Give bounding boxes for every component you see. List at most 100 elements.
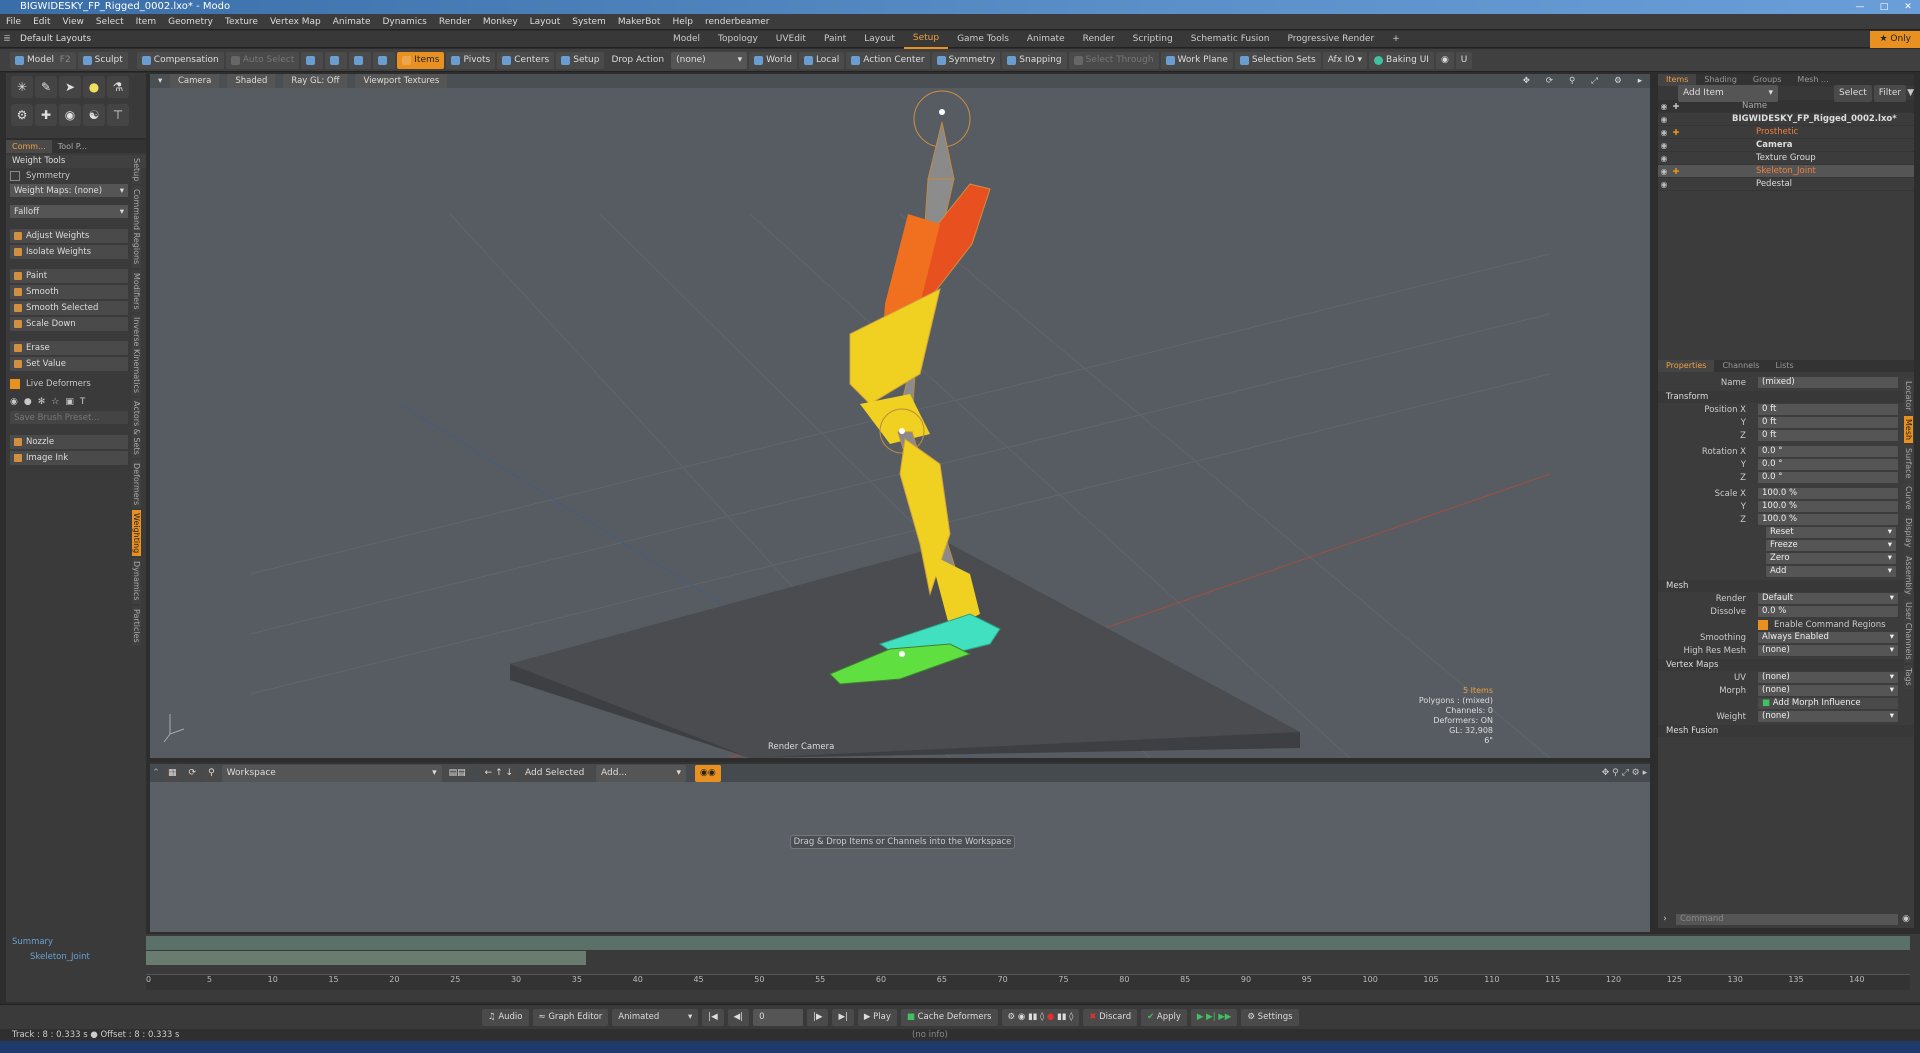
summary-track[interactable]: Summary	[12, 937, 112, 947]
uv-select[interactable]: (none) ▾	[1758, 672, 1898, 683]
menu-file[interactable]: File	[0, 14, 27, 30]
rig-icon[interactable]: ☯	[83, 104, 105, 126]
vtab-deformers[interactable]: Deformers	[132, 459, 141, 509]
time-ruler[interactable]: 0 5 10 15 20 25 30 35 40 45 50 55 60 65 70 75 80 85 90 95 10…	[146, 974, 1910, 990]
animated-select[interactable]: Animated ▾	[612, 1008, 699, 1026]
list-item[interactable]: ◉ Texture Group	[1658, 152, 1914, 165]
tab-tool-properties[interactable]: Tool P...	[52, 140, 93, 153]
discard-button[interactable]: ✖ Discard	[1083, 1008, 1138, 1026]
maximize-view-icon[interactable]: ⤢	[1583, 74, 1606, 88]
hires-mesh-select[interactable]: (none) ▾	[1758, 645, 1898, 656]
smooth-selected-button[interactable]: Smooth Selected	[10, 301, 128, 315]
unreal-icon[interactable]: U	[1455, 51, 1473, 69]
menu-dynamics[interactable]: Dynamics	[376, 14, 432, 30]
skeleton-icon[interactable]: ⚙	[11, 104, 33, 126]
edge-mode-button[interactable]	[325, 51, 348, 69]
add-tab-icon[interactable]: +	[1383, 31, 1409, 48]
set-value-button[interactable]: Set Value	[10, 357, 128, 371]
filter-button[interactable]: Filter	[1873, 84, 1907, 102]
name-field[interactable]: (mixed)	[1758, 377, 1898, 388]
scale-y-field[interactable]: 100.0 %	[1758, 501, 1898, 512]
tab-progressive-render[interactable]: Progressive Render	[1279, 31, 1384, 48]
menu-geometry[interactable]: Geometry	[162, 14, 219, 30]
workspace-menu-icon[interactable]: ⌃	[150, 768, 162, 778]
list-item[interactable]: ◉ ✚ Skeleton_Joint	[1658, 165, 1914, 178]
menu-animate[interactable]: Animate	[327, 14, 377, 30]
select-button[interactable]: Select	[1834, 84, 1872, 102]
tab-topology[interactable]: Topology	[709, 31, 767, 48]
rotate-view-icon[interactable]: ⟳	[1538, 74, 1561, 88]
image-ink-button[interactable]: Image Ink	[10, 451, 128, 465]
list-item[interactable]: ◉ BIGWIDESKY_FP_Rigged_0002.lxo*	[1658, 113, 1914, 126]
zero-select[interactable]: Zero ▾	[1766, 553, 1896, 564]
transform-section[interactable]: Transform	[1658, 391, 1914, 403]
vtab-assembly[interactable]: Assembly	[1904, 552, 1913, 598]
menu-renderbeamer[interactable]: renderbeamer	[699, 14, 775, 30]
joint-pivot-knee[interactable]	[899, 428, 905, 434]
key-tools-icons[interactable]: ⚙ ◉ ▮▮ ◊ ● ▮▮ ◊	[1001, 1008, 1080, 1026]
world-button[interactable]: World	[749, 51, 797, 69]
brush-image-icon[interactable]: ▣	[65, 397, 74, 407]
nozzle-button[interactable]: Nozzle	[10, 435, 128, 449]
weight-tool-icon[interactable]: ⚗	[107, 76, 129, 98]
drop-action-select[interactable]: (none) ▾	[671, 51, 748, 69]
smoothing-select[interactable]: Always Enabled ▾	[1758, 632, 1898, 643]
vtab-locator[interactable]: Locator	[1904, 378, 1913, 414]
centers-button[interactable]: Centers	[497, 51, 555, 69]
eye-icon[interactable]: ◉	[1658, 128, 1670, 137]
action-center-button[interactable]: Action Center	[846, 51, 930, 69]
selection-sets-button[interactable]: Selection Sets	[1234, 51, 1321, 69]
eye-icon[interactable]: ◉	[1658, 115, 1670, 124]
add-select[interactable]: Add ▾	[1766, 566, 1896, 577]
ray-gl-toggle[interactable]: Ray GL: Off	[283, 74, 348, 88]
menu-item[interactable]: Item	[130, 14, 163, 30]
lock-icon[interactable]: ✚	[1670, 128, 1682, 137]
workspace-maximize-icon[interactable]: ⤢	[1622, 768, 1632, 778]
brush-soft-icon[interactable]: ◉	[10, 397, 18, 407]
tab-uvedit[interactable]: UVEdit	[767, 31, 815, 48]
auto-select-button[interactable]: Auto Select	[225, 51, 300, 69]
items-mode-button[interactable]: Items	[397, 51, 445, 69]
vtab-actors-sets[interactable]: Actors & Sets	[132, 398, 141, 458]
tab-properties[interactable]: Properties	[1658, 360, 1715, 372]
live-deformers-row[interactable]: Live Deformers	[10, 379, 142, 389]
3d-viewport[interactable]: Render Camera 5 Items Polygons : (mixed)…	[150, 74, 1650, 758]
shading-select[interactable]: Shaded	[227, 74, 276, 88]
vtab-user-channels[interactable]: User Channels	[1904, 599, 1913, 663]
brush-text-icon[interactable]: T	[80, 397, 86, 407]
list-item[interactable]: ◉ Camera	[1658, 139, 1914, 152]
workspace-layout-icon[interactable]: ▤▤	[443, 764, 471, 782]
tab-channels[interactable]: Channels	[1714, 360, 1767, 372]
mesh-fusion-section[interactable]: Mesh Fusion	[1658, 725, 1914, 737]
position-z-field[interactable]: 0 ft	[1758, 430, 1898, 441]
tab-scripting[interactable]: Scripting	[1124, 31, 1182, 48]
vtab-tags[interactable]: Tags	[1904, 664, 1913, 689]
brush-hard-icon[interactable]: ●	[24, 397, 32, 407]
brush-star-icon[interactable]: ☆	[51, 397, 59, 407]
eye-icon[interactable]: ◉	[1658, 154, 1670, 163]
tab-game-tools[interactable]: Game Tools	[948, 31, 1018, 48]
tab-mesh[interactable]: Mesh ...	[1789, 74, 1836, 86]
paint-button[interactable]: Paint	[10, 269, 128, 283]
joint-pivot-ankle[interactable]	[899, 651, 905, 657]
vtab-weighting[interactable]: Weighting	[132, 510, 141, 557]
position-y-field[interactable]: 0 ft	[1758, 417, 1898, 428]
vertex-maps-section[interactable]: Vertex Maps	[1658, 659, 1914, 671]
graph-editor-button[interactable]: ≈ Graph Editor	[532, 1008, 609, 1026]
workspace-zoom-icon[interactable]: ⚲	[1612, 768, 1621, 778]
isolate-weights-button[interactable]: Isolate Weights	[10, 245, 128, 259]
falloff-select[interactable]: Falloff ▾	[10, 205, 128, 218]
erase-button[interactable]: Erase	[10, 341, 128, 355]
next-key-icon[interactable]: |▶	[807, 1008, 829, 1026]
eye-icon[interactable]: ◉	[1658, 180, 1670, 189]
weight-select[interactable]: (none) ▾	[1758, 711, 1898, 722]
vtab-curve[interactable]: Curve	[1904, 483, 1913, 513]
vtab-command-regions[interactable]: Command Regions	[132, 186, 141, 268]
tab-paint[interactable]: Paint	[815, 31, 855, 48]
deform-tool-icon[interactable]: ➤	[59, 76, 81, 98]
vertex-mode-button[interactable]	[301, 51, 324, 69]
symmetry-checkbox[interactable]	[10, 171, 20, 181]
vtab-inverse-kinematics[interactable]: Inverse Kinematics	[132, 314, 141, 397]
symmetry-button[interactable]: Symmetry	[931, 51, 1001, 69]
brush-splat-icon[interactable]: ✻	[38, 397, 46, 407]
